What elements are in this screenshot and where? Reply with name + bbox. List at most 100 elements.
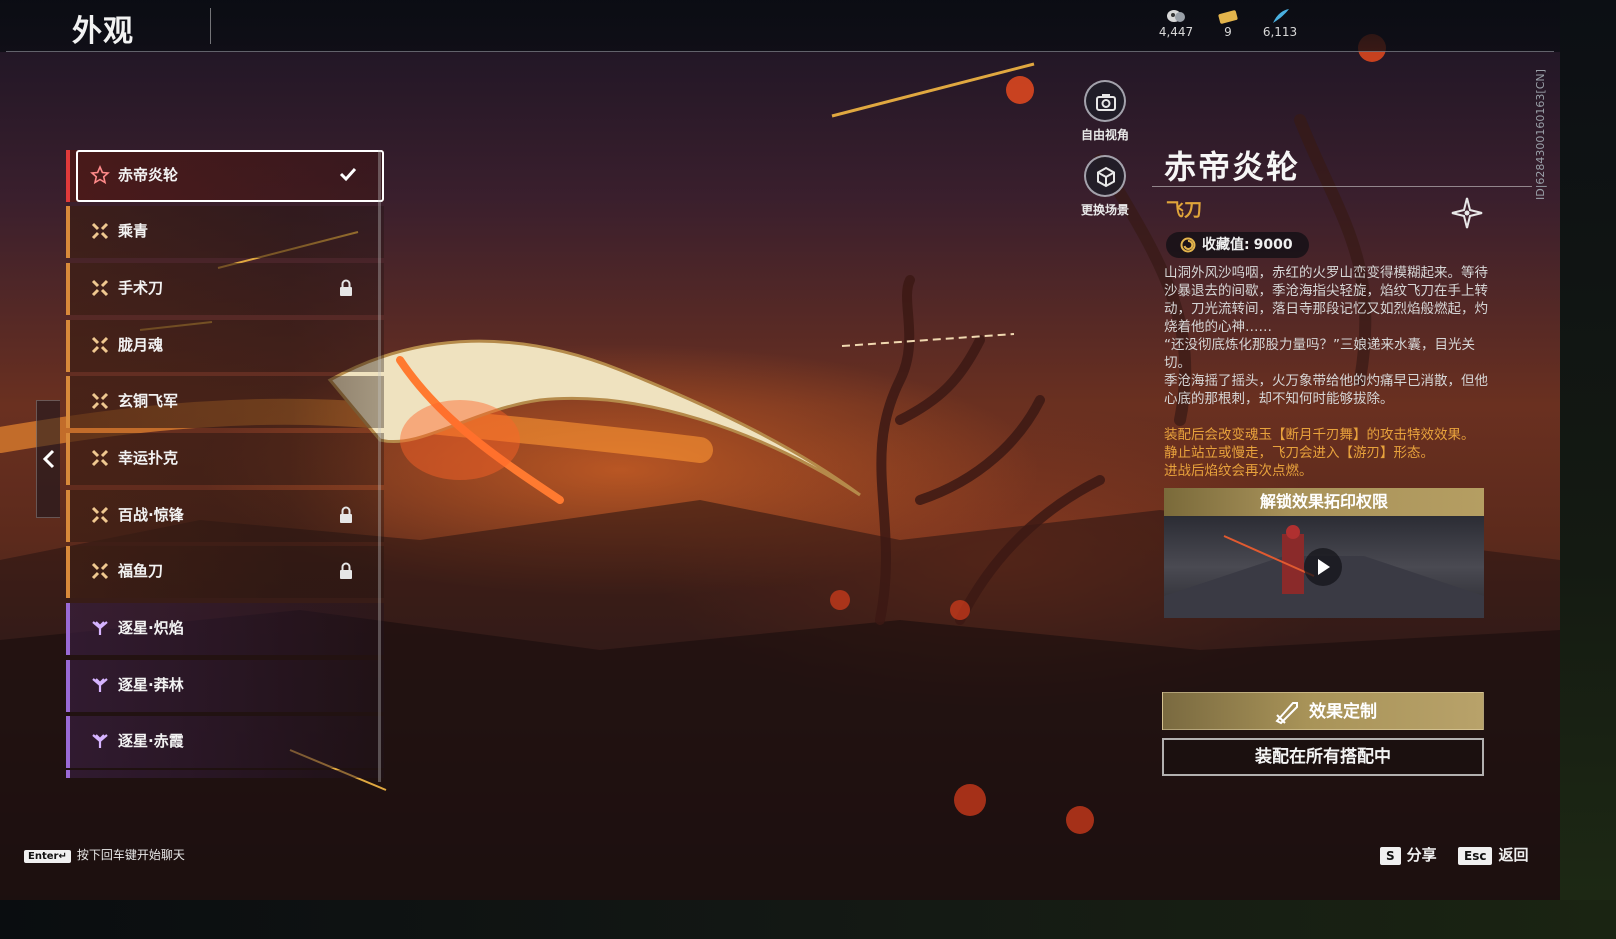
play-button[interactable]	[1304, 548, 1342, 586]
item-label: 幸运扑克	[118, 449, 179, 467]
item-label: 手术刀	[118, 279, 164, 297]
list-item[interactable]: 乘青	[66, 206, 384, 258]
list-item[interactable]: 幸运扑克	[66, 433, 384, 485]
currency-value: 4,447	[1158, 25, 1194, 39]
trident-rarity-icon	[92, 734, 108, 748]
free-view-button[interactable]: 自由视角	[1070, 80, 1140, 143]
chevron-left-icon	[42, 449, 55, 469]
effect-line: 进战后焰纹会再次点燃。	[1164, 463, 1313, 479]
effect-preview-video[interactable]	[1164, 516, 1484, 618]
collection-value-badge: 收藏值: 9000	[1166, 232, 1309, 258]
lock-icon	[340, 279, 352, 296]
currency-value: 6,113	[1262, 25, 1298, 39]
share-button[interactable]: S 分享	[1380, 844, 1437, 865]
equip-all-button[interactable]: 装配在所有搭配中	[1162, 738, 1484, 776]
build-id-text: ID|6284300160163[CN]	[1534, 69, 1547, 200]
blades-rarity-icon	[91, 449, 109, 467]
game-screen: 外观 4,447 9 6,113 赤帝炎轮 乘青 手术刀 胧月魂 玄铜飞军 幸运…	[0, 0, 1616, 939]
list-item[interactable]: 胧月魂	[66, 320, 384, 372]
list-scrollbar[interactable]	[378, 150, 381, 782]
sword-icon	[1275, 702, 1298, 725]
unlock-effect-card[interactable]: 解锁效果拓印权限	[1164, 488, 1484, 618]
trident-rarity-icon	[92, 678, 108, 692]
free-view-label: 自由视角	[1080, 128, 1129, 142]
list-item[interactable]: 逐星·莽林	[66, 660, 384, 712]
list-item[interactable]: 玄铜飞军	[66, 376, 384, 428]
chat-hint-text: 按下回车键开始聊天	[76, 848, 185, 862]
share-label: 分享	[1406, 846, 1437, 864]
unlock-title: 解锁效果拓印权限	[1164, 488, 1484, 516]
item-effect: 装配后会改变魂玉【断月千刃舞】的攻击特效效果。 静止站立或慢走，飞刀会进入【游刃…	[1164, 426, 1494, 480]
title-underline	[1152, 186, 1532, 187]
play-icon	[1318, 559, 1330, 575]
share-key: S	[1380, 847, 1401, 865]
item-label: 赤帝炎轮	[118, 166, 179, 184]
trident-rarity-icon	[92, 621, 108, 635]
list-item[interactable]: 百战·惊锋	[66, 490, 384, 542]
currency-spirit-orb[interactable]: 4,447	[1146, 8, 1206, 39]
item-title: 赤帝炎轮	[1164, 148, 1301, 186]
enter-key: Enter↵	[24, 850, 71, 863]
item-label: 逐星·赤霞	[118, 732, 184, 750]
effect-line: 静止站立或慢走，飞刀会进入【游刃】形态。	[1164, 445, 1434, 461]
back-button[interactable]: Esc 返回	[1458, 844, 1528, 865]
change-scene-circle	[1084, 155, 1126, 197]
blades-rarity-icon	[91, 279, 109, 297]
description-paragraph: 季沧海摇了摇头，火万象带给他的灼痛早已消散，但他心底的那根刺，却不知何时能够拔除…	[1164, 373, 1488, 407]
list-item[interactable]: 手术刀	[66, 263, 384, 315]
lock-icon	[340, 562, 352, 579]
list-item[interactable]: 逐星·炽焰	[66, 603, 384, 655]
free-view-circle	[1084, 80, 1126, 122]
back-key: Esc	[1458, 847, 1493, 865]
blades-rarity-icon	[91, 562, 109, 580]
item-category: 飞刀	[1166, 200, 1202, 221]
collapse-list-button[interactable]	[36, 400, 60, 518]
item-label: 胧月魂	[118, 336, 164, 354]
list-item-partial[interactable]	[66, 770, 384, 778]
blades-rarity-icon	[91, 506, 109, 524]
star-rarity-icon	[90, 165, 110, 185]
effect-line: 装配后会改变魂玉【断月千刃舞】的攻击特效效果。	[1164, 427, 1475, 443]
camera-icon	[1096, 94, 1116, 111]
coin-swirl-icon	[1180, 237, 1196, 253]
item-label: 逐星·莽林	[118, 676, 184, 694]
ticket-icon	[1218, 10, 1238, 24]
description-paragraph: 山洞外风沙呜咽，赤红的火罗山峦变得模糊起来。等待沙暴退去的间歇，季沧海指尖轻旋，…	[1164, 265, 1488, 335]
change-scene-label: 更换场景	[1080, 203, 1129, 217]
blades-rarity-icon	[91, 222, 109, 240]
top-bar	[0, 0, 1560, 52]
item-label: 福鱼刀	[118, 562, 164, 580]
build-id: ID|6284300160163[CN]	[1534, 69, 1550, 212]
effect-customize-button[interactable]: 效果定制	[1162, 692, 1484, 730]
check-icon	[339, 167, 357, 182]
blades-rarity-icon	[91, 336, 109, 354]
collect-value: 9000	[1253, 237, 1293, 253]
top-divider	[6, 51, 1554, 52]
change-scene-button[interactable]: 更换场景	[1070, 155, 1140, 218]
feather-icon	[1273, 9, 1289, 23]
page-title: 外观	[72, 14, 134, 49]
title-separator	[210, 8, 211, 44]
list-item[interactable]: 赤帝炎轮	[66, 150, 384, 202]
back-label: 返回	[1498, 846, 1529, 864]
item-label: 玄铜飞军	[118, 392, 179, 410]
currency-ticket[interactable]: 9	[1198, 8, 1258, 39]
item-label: 百战·惊锋	[118, 506, 184, 524]
lock-icon	[340, 506, 352, 523]
list-item[interactable]: 福鱼刀	[66, 546, 384, 598]
collect-label: 收藏值:	[1202, 237, 1250, 253]
currency-value: 9	[1224, 25, 1232, 39]
blades-rarity-icon	[91, 392, 109, 410]
item-description: 山洞外风沙呜咽，赤红的火罗山峦变得模糊起来。等待沙暴退去的间歇，季沧海指尖轻旋，…	[1164, 264, 1494, 408]
description-paragraph: “还没彻底炼化那股力量吗？”三娘递来水囊，目光关切。	[1164, 337, 1475, 371]
side-edge	[1560, 0, 1616, 939]
spirit-orb-icon	[1167, 10, 1185, 22]
item-label: 逐星·炽焰	[118, 619, 184, 637]
cube-icon	[1097, 166, 1115, 188]
compass-icon[interactable]	[1450, 196, 1484, 230]
chat-hint: Enter↵ 按下回车键开始聊天	[24, 846, 185, 863]
bottom-edge	[0, 900, 1616, 939]
item-label: 乘青	[118, 222, 149, 240]
currency-feather[interactable]: 6,113	[1250, 8, 1310, 39]
list-item[interactable]: 逐星·赤霞	[66, 716, 384, 768]
